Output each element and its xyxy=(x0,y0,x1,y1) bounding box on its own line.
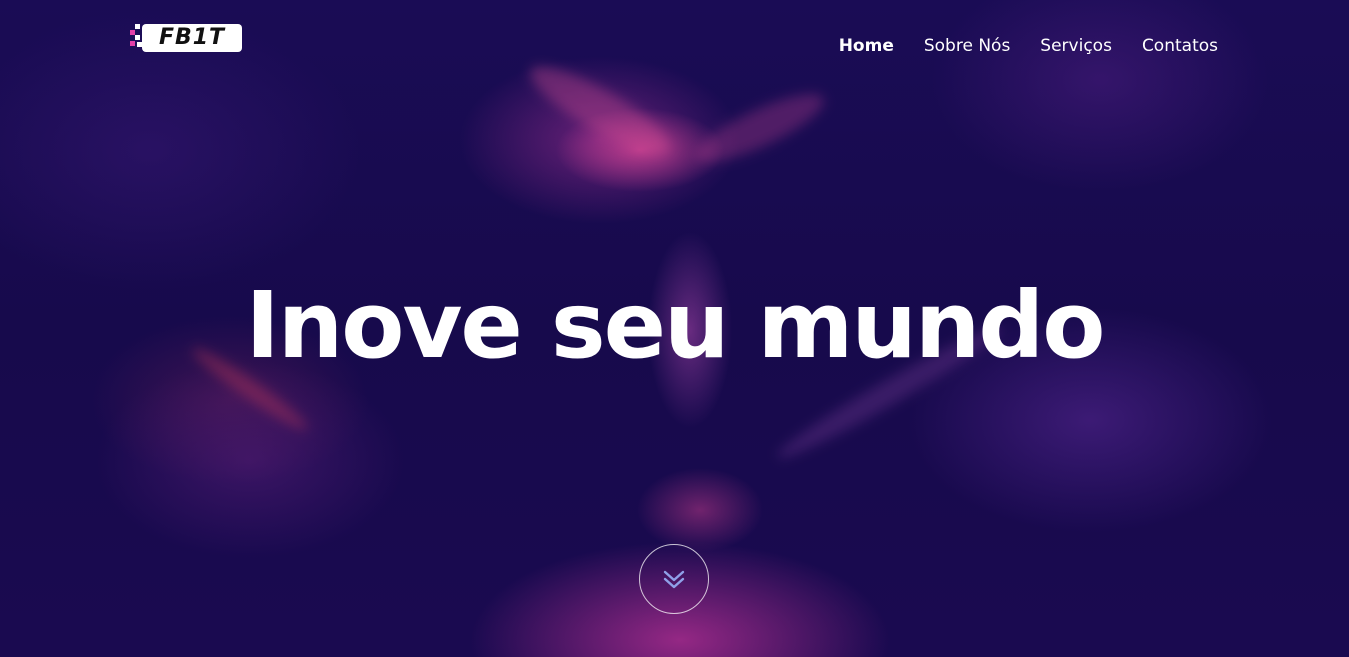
hero-section: FB1T Home Sobre Nós Serviços Contatos In… xyxy=(0,0,1349,657)
nav-item-servicos[interactable]: Serviços xyxy=(1040,32,1112,60)
nav-item-home[interactable]: Home xyxy=(839,32,894,60)
scroll-down-button[interactable] xyxy=(639,544,709,614)
chevron-double-down-icon xyxy=(663,570,685,589)
nav-item-contatos[interactable]: Contatos xyxy=(1142,32,1218,60)
logo-text: FB1T xyxy=(142,24,242,52)
nav-item-sobre-nos[interactable]: Sobre Nós xyxy=(924,32,1010,60)
brand-logo[interactable]: FB1T xyxy=(130,22,244,54)
main-nav: Home Sobre Nós Serviços Contatos xyxy=(839,32,1218,60)
hero-headline: Inove seu mundo xyxy=(245,272,1106,379)
